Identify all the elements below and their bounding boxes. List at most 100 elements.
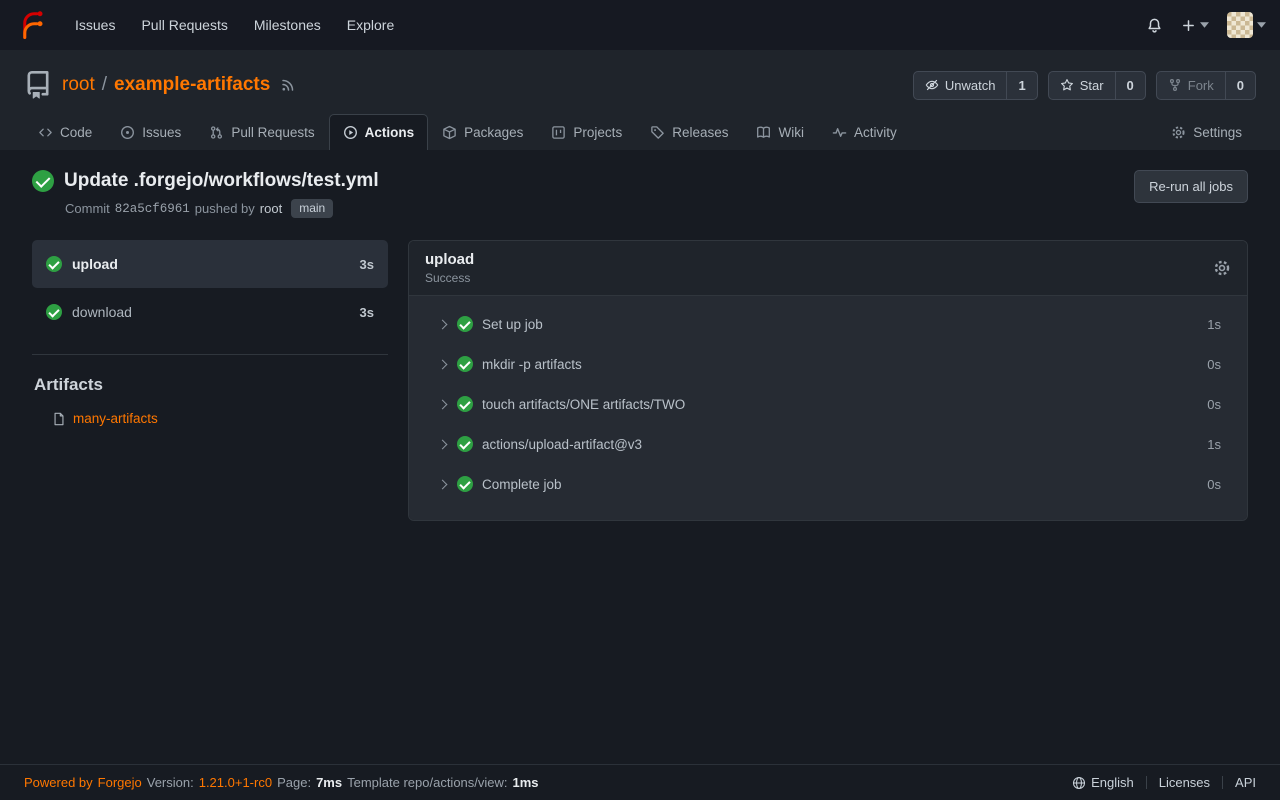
job-detail-card: upload Success Set up job 1s (408, 240, 1248, 521)
commit-sha-link[interactable]: 82a5cf6961 (115, 202, 190, 216)
tab-releases[interactable]: Releases (636, 114, 742, 150)
language-selector[interactable]: English (1072, 775, 1134, 790)
success-check-icon (46, 256, 62, 272)
avatar (1227, 12, 1253, 38)
unwatch-label: Unwatch (945, 78, 996, 93)
tab-code[interactable]: Code (24, 114, 106, 150)
success-check-icon (457, 396, 473, 412)
step-row-complete[interactable]: Complete job 0s (409, 464, 1247, 504)
chevron-right-icon (438, 479, 448, 489)
tab-activity[interactable]: Activity (818, 114, 911, 150)
footer-left: Powered by Forgejo Version: 1.21.0+1-rc0… (24, 775, 539, 790)
repo-owner-link[interactable]: root (62, 74, 95, 96)
job-detail-header: upload Success (409, 241, 1247, 296)
job-name: download (72, 304, 132, 320)
nav-explore[interactable]: Explore (334, 8, 407, 42)
tab-pull-requests[interactable]: Pull Requests (195, 114, 328, 150)
api-link[interactable]: API (1235, 775, 1256, 790)
navbar-right (1146, 12, 1266, 38)
step-duration: 1s (1207, 317, 1221, 332)
tab-packages[interactable]: Packages (428, 114, 537, 150)
job-row-upload[interactable]: upload 3s (32, 240, 388, 288)
tab-label: Releases (672, 125, 728, 140)
step-row-touch[interactable]: touch artifacts/ONE artifacts/TWO 0s (409, 384, 1247, 424)
step-list: Set up job 1s mkdir -p artifacts 0s touc… (409, 296, 1247, 520)
package-icon (442, 125, 457, 140)
file-icon (52, 412, 66, 426)
activity-pulse-icon (832, 125, 847, 140)
step-name: touch artifacts/ONE artifacts/TWO (482, 397, 685, 412)
fork-icon (1168, 78, 1182, 92)
pusher-link[interactable]: root (260, 201, 282, 216)
powered-by-link[interactable]: Powered by (24, 775, 93, 790)
navbar-links: Issues Pull Requests Milestones Explore (62, 8, 407, 42)
licenses-link[interactable]: Licenses (1159, 775, 1210, 790)
run-subtitle: Commit 82a5cf6961 pushed by root main (65, 199, 379, 218)
nav-pull-requests[interactable]: Pull Requests (128, 8, 240, 42)
notifications-button[interactable] (1146, 17, 1163, 34)
job-row-download[interactable]: download 3s (32, 288, 388, 336)
footer: Powered by Forgejo Version: 1.21.0+1-rc0… (0, 764, 1280, 800)
issue-icon (120, 125, 135, 140)
branch-badge[interactable]: main (291, 199, 333, 218)
step-duration: 0s (1207, 397, 1221, 412)
book-icon (756, 125, 771, 140)
star-button-group: Star 0 (1048, 71, 1146, 100)
code-icon (38, 125, 53, 140)
run-header: Update .forgejo/workflows/test.yml Commi… (32, 170, 1248, 218)
step-name: Set up job (482, 317, 543, 332)
run-title-block: Update .forgejo/workflows/test.yml Commi… (32, 170, 379, 218)
run-content: upload 3s download 3s Artifacts many-art… (32, 240, 1248, 521)
job-list-column: upload 3s download 3s Artifacts many-art… (32, 240, 388, 521)
watchers-count[interactable]: 1 (1006, 72, 1036, 99)
step-duration: 1s (1207, 437, 1221, 452)
step-name: mkdir -p artifacts (482, 357, 582, 372)
step-duration: 0s (1207, 477, 1221, 492)
version-link[interactable]: 1.21.0+1-rc0 (199, 775, 272, 790)
fork-button[interactable]: Fork (1157, 72, 1225, 99)
chevron-right-icon (438, 439, 448, 449)
step-row-mkdir[interactable]: mkdir -p artifacts 0s (409, 344, 1247, 384)
rss-icon[interactable] (280, 77, 296, 93)
forks-count[interactable]: 0 (1225, 72, 1255, 99)
star-label: Star (1080, 78, 1104, 93)
tag-icon (650, 125, 665, 140)
artifact-download-link[interactable]: many-artifacts (73, 411, 158, 426)
chevron-right-icon (438, 319, 448, 329)
tab-wiki[interactable]: Wiki (742, 114, 818, 150)
footer-right: English Licenses API (1072, 775, 1256, 790)
commit-prefix: Commit (65, 201, 110, 216)
step-row-setup[interactable]: Set up job 1s (409, 304, 1247, 344)
top-navbar: Issues Pull Requests Milestones Explore (0, 0, 1280, 50)
fork-button-group: Fork 0 (1156, 71, 1256, 100)
unwatch-button[interactable]: Unwatch (914, 72, 1007, 99)
stars-count[interactable]: 0 (1115, 72, 1145, 99)
tab-projects[interactable]: Projects (537, 114, 636, 150)
rerun-all-jobs-button[interactable]: Re-run all jobs (1134, 170, 1248, 203)
tab-issues[interactable]: Issues (106, 114, 195, 150)
job-detail-title-block: upload Success (425, 251, 474, 285)
job-options-gear-icon[interactable] (1213, 259, 1231, 277)
nav-milestones[interactable]: Milestones (241, 8, 334, 42)
pushed-by-text: pushed by (195, 201, 255, 216)
success-check-icon (457, 436, 473, 452)
repo-name-link[interactable]: example-artifacts (114, 74, 270, 96)
job-detail-title: upload (425, 251, 474, 268)
page-time-label: Page: (277, 775, 311, 790)
tab-actions[interactable]: Actions (329, 114, 429, 150)
version-label: Version: (147, 775, 194, 790)
star-button[interactable]: Star (1049, 72, 1115, 99)
forgejo-link[interactable]: Forgejo (98, 775, 142, 790)
run-title: Update .forgejo/workflows/test.yml (64, 170, 379, 192)
tab-settings[interactable]: Settings (1157, 114, 1256, 150)
repo-tabs: Code Issues Pull Requests (24, 114, 1256, 150)
tab-label: Pull Requests (231, 125, 314, 140)
job-duration: 3s (360, 257, 374, 272)
forgejo-logo-icon[interactable] (14, 8, 48, 42)
step-row-upload-artifact[interactable]: actions/upload-artifact@v3 1s (409, 424, 1247, 464)
tab-label: Projects (573, 125, 622, 140)
user-menu[interactable] (1227, 12, 1266, 38)
run-title-row: Update .forgejo/workflows/test.yml (32, 170, 379, 192)
nav-issues[interactable]: Issues (62, 8, 128, 42)
create-new-button[interactable] (1181, 18, 1209, 33)
